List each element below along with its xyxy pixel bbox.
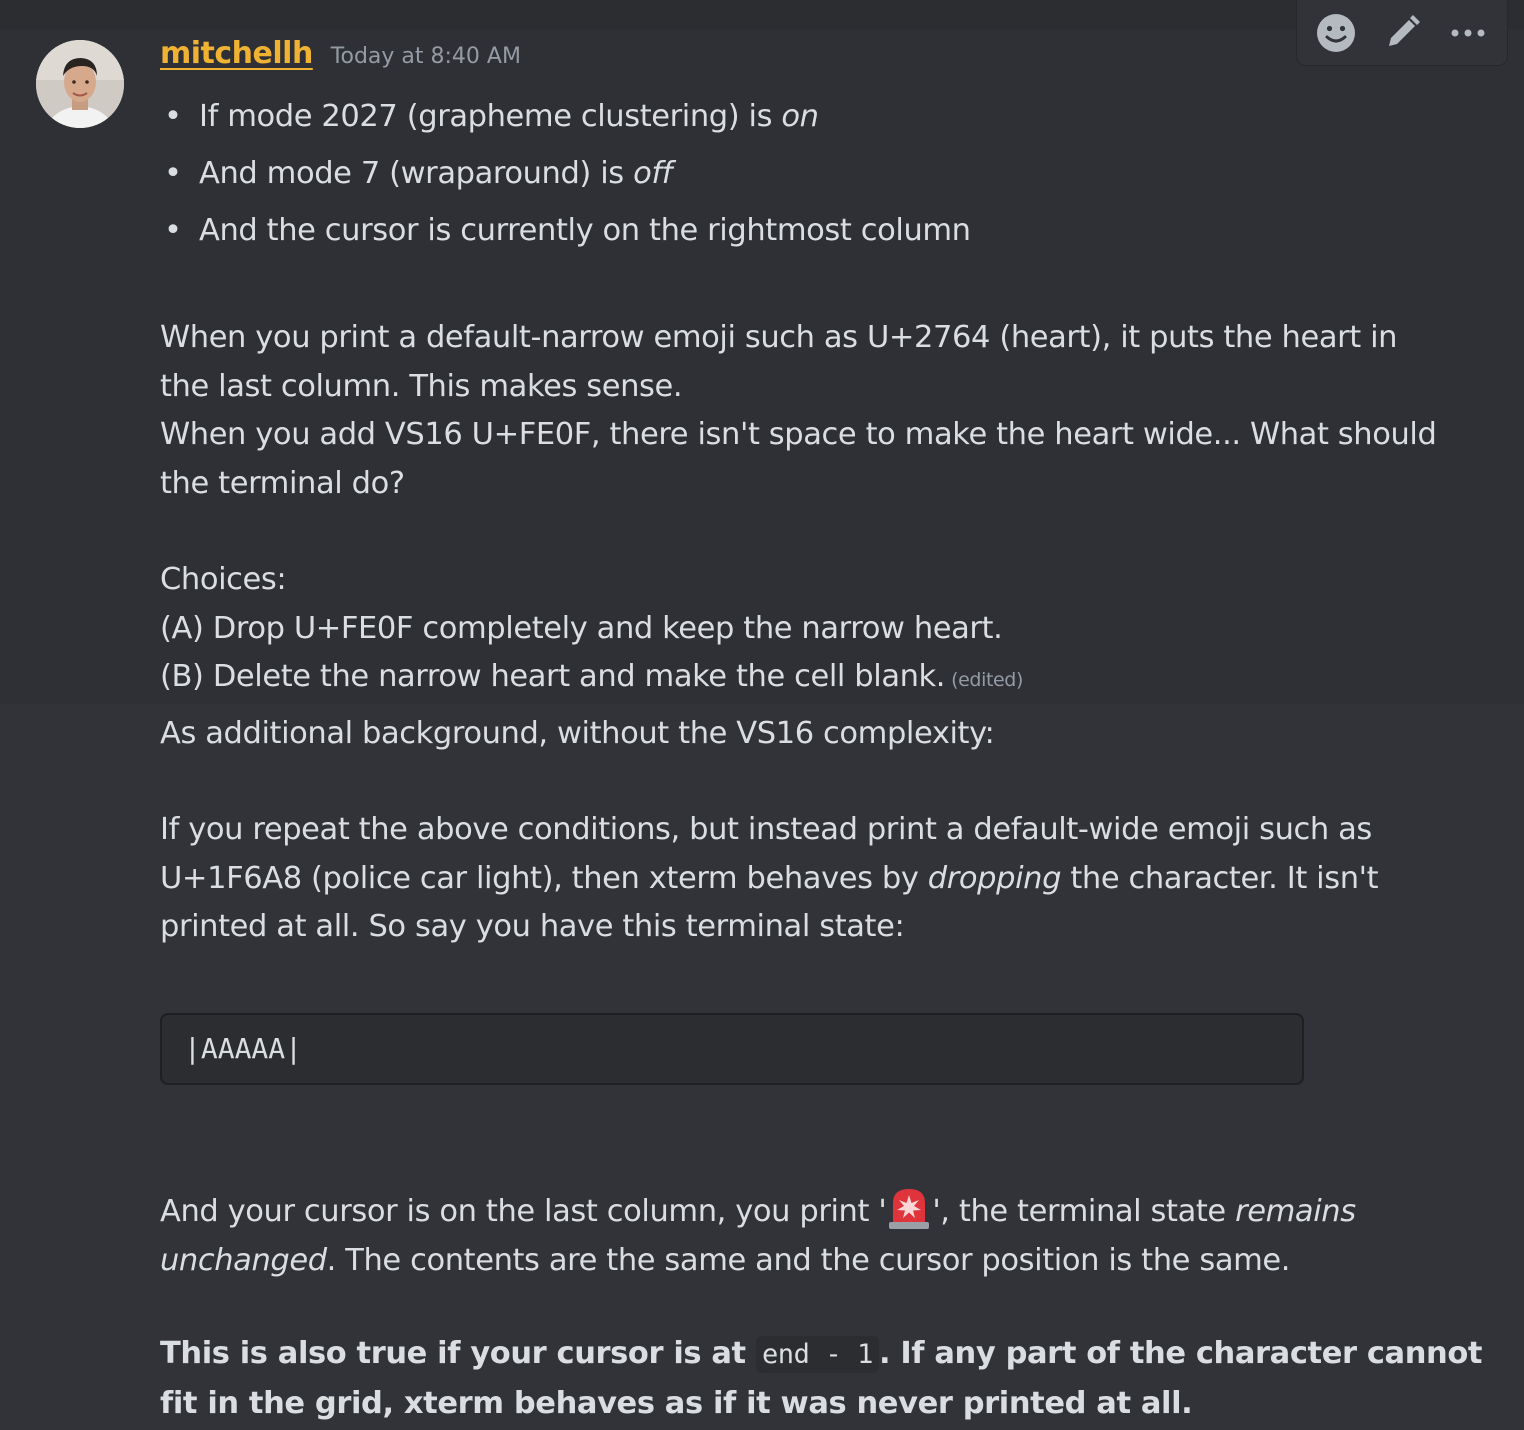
- more-options-button[interactable]: [1440, 5, 1496, 61]
- message2-intro: As additional background, without the VS…: [160, 710, 995, 759]
- inline-code: end - 1: [755, 1336, 879, 1373]
- bullet-dot: •: [164, 99, 182, 134]
- bold-text: fit in the grid, xterm behaves as if it …: [160, 1385, 1193, 1421]
- choice-a: (A) Drop U+FE0F completely and keep the …: [160, 610, 1003, 646]
- more-options-icon: [1451, 29, 1485, 36]
- message-actions-toolbar: [1296, 0, 1508, 66]
- list-item-emphasis: off: [633, 156, 673, 191]
- edit-message-button[interactable]: [1374, 5, 1430, 61]
- bold-text: . If any part of the character cannot: [878, 1336, 1483, 1371]
- bullet-list: • If mode 2027 (grapheme clustering) is …: [160, 94, 971, 265]
- text-line: And your cursor is on the last column, y…: [160, 1185, 1356, 1237]
- text-line: As additional background, without the VS…: [160, 716, 995, 751]
- avatar[interactable]: [36, 40, 124, 128]
- edit-pencil-icon: [1389, 14, 1420, 46]
- bullet-dot: •: [164, 156, 182, 191]
- text-segment: And your cursor is on the last column, y…: [160, 1194, 887, 1229]
- text-line: If you repeat the above conditions, but …: [160, 812, 1372, 847]
- text-line: unchanged. The contents are the same and…: [160, 1237, 1356, 1286]
- text-line: printed at all. So say you have this ter…: [160, 909, 905, 944]
- text-line: fit in the grid, xterm behaves as if it …: [160, 1380, 1482, 1429]
- text-segment: the character. It isn't: [1061, 860, 1379, 896]
- user-avatar-photo: [36, 40, 124, 128]
- list-item-text: And mode 7 (wraparound) is: [199, 156, 634, 191]
- text-line: When you print a default-narrow emoji su…: [160, 320, 1398, 355]
- choices-heading: Choices:: [160, 562, 287, 597]
- choice-b-line: (B) Delete the narrow heart and make the…: [160, 653, 1023, 705]
- emoji-reaction-icon: [1317, 13, 1355, 52]
- cursor-paragraph: And your cursor is on the last column, y…: [160, 1185, 1356, 1285]
- list-item-text: And the cursor is currently on the right…: [199, 213, 971, 248]
- text-line: the last column. This makes sense.: [160, 368, 683, 404]
- message-paragraph: When you print a default-narrow emoji su…: [160, 314, 1437, 508]
- text-segment: ', the terminal state: [932, 1194, 1236, 1229]
- list-item-text: If mode 2027 (grapheme clustering) is: [199, 99, 782, 134]
- list-item: • If mode 2027 (grapheme clustering) is …: [160, 94, 971, 151]
- add-reaction-button[interactable]: [1308, 5, 1364, 61]
- edited-label[interactable]: (edited): [951, 669, 1023, 691]
- choices-paragraph: Choices: (A) Drop U+FE0F completely and …: [160, 556, 1023, 705]
- text-segment: . The contents are the same and the curs…: [326, 1242, 1291, 1278]
- police-car-light-emoji: [889, 1189, 930, 1229]
- text-emphasis: unchanged: [160, 1242, 327, 1278]
- text-line: This is also true if your cursor is at e…: [160, 1330, 1482, 1380]
- bold-text: This is also true if your cursor is at: [160, 1336, 756, 1371]
- list-item: • And the cursor is currently on the rig…: [160, 208, 971, 265]
- list-item: • And mode 7 (wraparound) is off: [160, 151, 971, 208]
- username[interactable]: mitchellh: [160, 36, 313, 71]
- choice-b: (B) Delete the narrow heart and make the…: [160, 659, 946, 694]
- code-block: |AAAAA|: [160, 1013, 1304, 1085]
- text-segment: U+1F6A8 (police car light), then xterm b…: [160, 860, 928, 896]
- text-emphasis: dropping: [927, 860, 1062, 896]
- list-item-emphasis: on: [781, 99, 819, 134]
- bold-paragraph: This is also true if your cursor is at e…: [160, 1330, 1482, 1428]
- text-line: the terminal do?: [160, 465, 405, 501]
- bullet-dot: •: [164, 213, 182, 248]
- message2-paragraph: If you repeat the above conditions, but …: [160, 806, 1379, 952]
- text-line: When you add VS16 U+FE0F, there isn't sp…: [160, 417, 1437, 452]
- message-timestamp[interactable]: Today at 8:40 AM: [331, 44, 521, 69]
- message-header: mitchellh Today at 8:40 AM: [160, 36, 521, 86]
- text-line: U+1F6A8 (police car light), then xterm b…: [160, 855, 1379, 904]
- text-emphasis: remains: [1235, 1194, 1356, 1229]
